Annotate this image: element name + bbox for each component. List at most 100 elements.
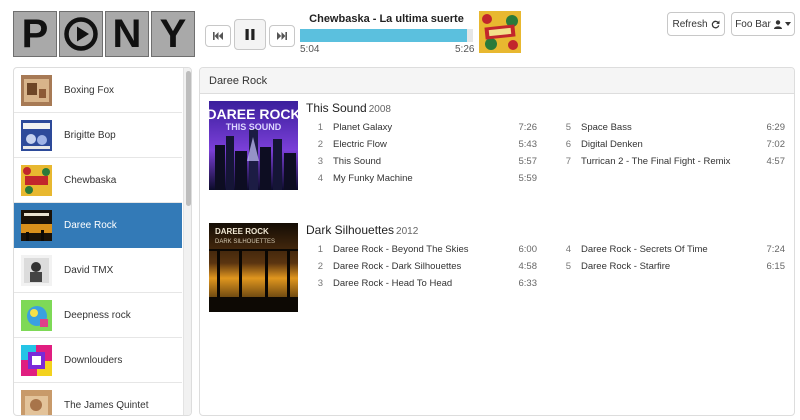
- track-duration: 5:59: [518, 173, 538, 184]
- track-duration: 4:57: [766, 156, 786, 167]
- user-icon: [773, 19, 782, 29]
- next-button[interactable]: [269, 25, 295, 47]
- logo-letter-p: P: [13, 11, 57, 57]
- track-number: 3: [317, 278, 323, 289]
- progress-fill: [300, 29, 467, 42]
- track-row[interactable]: 7 Turrican 2 - The Final Fight - Remix 4…: [563, 156, 785, 173]
- artist-item-the-james-quintet[interactable]: The James Quintet: [14, 383, 182, 415]
- track-duration: 6:29: [766, 122, 786, 133]
- artist-item-chewbaska[interactable]: Chewbaska: [14, 158, 182, 203]
- refresh-label: Refresh: [672, 18, 708, 30]
- cover-title-text: DARK SILHOUETTES: [215, 239, 275, 245]
- track-name: Turrican 2 - The Final Fight - Remix: [581, 156, 731, 167]
- artist-thumbnail: [21, 299, 52, 331]
- user-label: Foo Bar: [735, 18, 771, 30]
- user-menu-button[interactable]: Foo Bar: [731, 12, 795, 36]
- track-row[interactable]: 5 Daree Rock - Starfire 6:15: [563, 261, 785, 278]
- artist-detail-panel: Daree Rock DAREE ROCK THIS SOUND This So…: [199, 67, 795, 416]
- track-name: Digital Denken: [581, 139, 643, 150]
- artist-label: Chewbaska: [64, 174, 117, 186]
- track-row[interactable]: 1 Daree Rock - Beyond The Skies 6:00: [315, 244, 537, 261]
- track-row[interactable]: 1 Planet Galaxy 7:26: [315, 122, 537, 139]
- artist-thumbnail: [21, 164, 52, 196]
- track-number: 5: [565, 122, 571, 133]
- track-row[interactable]: 3 Daree Rock - Head To Head 6:33: [315, 278, 537, 295]
- refresh-button[interactable]: Refresh: [667, 12, 725, 36]
- track-duration: 7:26: [518, 122, 538, 133]
- logo-letter-n: N: [105, 11, 149, 57]
- album-year: 2012: [396, 226, 419, 237]
- artist-sidebar: Boxing Fox Brigitte Bop Chewbaska Daree …: [13, 67, 192, 416]
- track-name: This Sound: [333, 156, 382, 167]
- artist-thumbnail: [21, 209, 52, 241]
- track-number: 2: [317, 261, 323, 272]
- track-row[interactable]: 2 Daree Rock - Dark Silhouettes 4:58: [315, 261, 537, 278]
- track-number: 4: [317, 173, 323, 184]
- sidebar-scrollbar[interactable]: [183, 68, 191, 415]
- track-name: Daree Rock - Starfire: [581, 261, 671, 272]
- artist-item-daree-rock[interactable]: Daree Rock: [14, 203, 182, 248]
- now-playing-cover: [479, 11, 521, 53]
- track-row[interactable]: 3 This Sound 5:57: [315, 156, 537, 173]
- track-duration: 6:33: [518, 278, 538, 289]
- track-name: Electric Flow: [333, 139, 387, 150]
- track-row[interactable]: 6 Digital Denken 7:02: [563, 139, 785, 156]
- track-list-right: 5 Space Bass 6:29 6 Digital Denken 7:02 …: [563, 122, 785, 173]
- album-year: 2008: [368, 104, 391, 115]
- artist-thumbnail: [21, 254, 52, 286]
- track-duration: 4:58: [518, 261, 538, 272]
- artist-label: David TMX: [64, 264, 114, 276]
- track-row[interactable]: 4 My Funky Machine 5:59: [315, 173, 537, 190]
- artist-item-david-tmx[interactable]: David TMX: [14, 248, 182, 293]
- track-duration: 6:00: [518, 244, 538, 255]
- artist-label: Downlouders: [64, 354, 123, 366]
- current-time: 5:04: [300, 44, 320, 55]
- artist-item-deepness-rock[interactable]: Deepness rock: [14, 293, 182, 338]
- track-name: Daree Rock - Beyond The Skies: [333, 244, 469, 255]
- artist-thumbnail: [21, 344, 52, 376]
- album-this-sound: DAREE ROCK THIS SOUND This Sound 2008 1 P…: [209, 101, 789, 196]
- track-duration: 5:43: [518, 139, 538, 150]
- track-name: My Funky Machine: [333, 173, 413, 184]
- artist-item-brigitte-bop[interactable]: Brigitte Bop: [14, 113, 182, 158]
- pony-logo: P N Y: [13, 11, 195, 57]
- track-duration: 7:24: [766, 244, 786, 255]
- track-name: Daree Rock - Head To Head: [333, 278, 453, 289]
- track-name: Daree Rock - Dark Silhouettes: [333, 261, 462, 272]
- track-row[interactable]: 5 Space Bass 6:29: [563, 122, 785, 139]
- album-cover: DAREE ROCK DARK SILHOUETTES: [209, 223, 298, 312]
- artist-thumbnail: [21, 74, 52, 106]
- pause-icon: [245, 29, 255, 40]
- track-list-right: 4 Daree Rock - Secrets Of Time 7:24 5 Da…: [563, 244, 785, 278]
- album-dark-silhouettes: DAREE ROCK DARK SILHOUETTES Dark Silhoue…: [209, 223, 789, 318]
- track-row[interactable]: 2 Electric Flow 5:43: [315, 139, 537, 156]
- artist-item-downlouders[interactable]: Downlouders: [14, 338, 182, 383]
- album-title: This Sound: [306, 101, 367, 115]
- skip-back-icon: [213, 32, 223, 40]
- artist-item-boxing-fox[interactable]: Boxing Fox: [14, 68, 182, 113]
- play-circle-icon: [59, 11, 103, 57]
- skip-forward-icon: [277, 32, 287, 40]
- track-number: 1: [317, 244, 323, 255]
- artist-thumbnail: [21, 119, 52, 151]
- artist-label: Brigitte Bop: [64, 129, 116, 141]
- refresh-icon: [711, 20, 719, 28]
- caret-down-icon: [784, 22, 791, 26]
- track-number: 6: [565, 139, 571, 150]
- cover-title-text: THIS SOUND: [226, 122, 282, 132]
- pause-button[interactable]: [234, 19, 266, 50]
- album-cover: DAREE ROCK THIS SOUND: [209, 101, 298, 190]
- previous-button[interactable]: [205, 25, 231, 47]
- artist-label: The James Quintet: [64, 399, 149, 411]
- track-name: Space Bass: [581, 122, 632, 133]
- track-number: 5: [565, 261, 571, 272]
- track-number: 2: [317, 139, 323, 150]
- track-name: Daree Rock - Secrets Of Time: [581, 244, 708, 255]
- total-time: 5:26: [455, 44, 475, 55]
- artist-heading: Daree Rock: [200, 68, 794, 94]
- progress-bar[interactable]: [300, 29, 473, 42]
- logo-letter-y: Y: [151, 11, 195, 57]
- track-row[interactable]: 4 Daree Rock - Secrets Of Time 7:24: [563, 244, 785, 261]
- scrollbar-thumb[interactable]: [186, 71, 191, 206]
- track-number: 7: [565, 156, 571, 167]
